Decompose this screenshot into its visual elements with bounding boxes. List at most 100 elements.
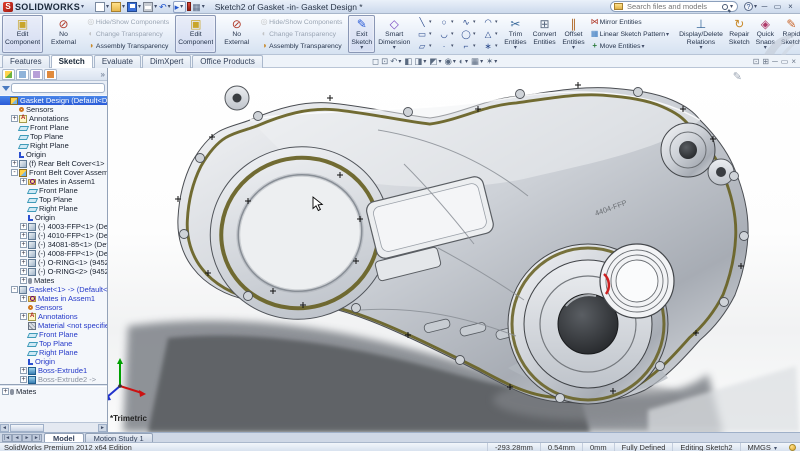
line-caret-icon[interactable]: ▾ (429, 19, 432, 25)
close-button[interactable]: × (784, 0, 797, 13)
tree-item[interactable]: + Mates (0, 387, 107, 396)
tree-item[interactable]: +(f) Rear Belt Cover<1> (Def (0, 159, 107, 168)
window-close-button[interactable]: × (791, 56, 796, 67)
filter-funnel-icon[interactable] (2, 86, 10, 91)
tree-item[interactable]: Origin (0, 150, 107, 159)
line-tool-button[interactable]: ╲▾ (413, 16, 435, 28)
tree-expand-toggle[interactable]: + (20, 268, 27, 275)
confirmation-corner-pencil-icon[interactable]: ✎ (733, 70, 742, 83)
display-style-button[interactable]: ◩▾ (429, 56, 442, 67)
sketch-pattern-tool-button[interactable]: ∗▾ (479, 40, 501, 52)
tree-item[interactable]: Right Plane (0, 141, 107, 150)
tree-item[interactable]: +(-) 4003-FFP<1> (Defau (0, 222, 107, 231)
linear-sketch-pattern-button[interactable]: ▦Linear Sketch Pattern▾ (588, 28, 672, 40)
hide-show-items-button[interactable]: ◉▾ (444, 56, 456, 67)
select-caret-icon[interactable]: ▾ (180, 3, 183, 10)
new-document-button[interactable]: ▾ (95, 2, 110, 12)
move-entities-button[interactable]: +Move Entities▾ (588, 40, 672, 52)
app-menu-caret-icon[interactable]: ▾ (81, 3, 84, 10)
tree-item[interactable]: +(-) O-RING<1> (9452K1 (0, 258, 107, 267)
tab-configuration-manager[interactable] (30, 69, 43, 80)
tree-item[interactable]: Front Plane (0, 330, 107, 339)
units-caret-icon[interactable]: ▾ (774, 446, 777, 451)
pattern-caret-icon[interactable]: ▾ (666, 31, 669, 38)
assembly-transparency-button[interactable]: ◑Assembly Transparency (84, 40, 171, 52)
tree-item[interactable]: +Annotations (0, 312, 107, 321)
tree-expand-toggle[interactable]: + (20, 367, 27, 374)
tree-expand-toggle[interactable]: - (11, 169, 18, 176)
tree-item[interactable]: +Mates in Assem1 (0, 177, 107, 186)
centerpoint-arc-tool-button[interactable]: ◡▾ (435, 28, 457, 40)
view-orientation-button[interactable]: ◨▾ (414, 56, 427, 67)
tab-scroll-prev-icon[interactable]: ◄ (12, 434, 22, 442)
tree-item[interactable]: Origin (0, 213, 107, 222)
tree-item[interactable]: -Front Belt Cover Assembly< (0, 168, 107, 177)
ellipse-tool-button[interactable]: ◯▾ (457, 28, 479, 40)
tree-expand-toggle[interactable]: + (20, 223, 27, 230)
print-button[interactable]: ▾ (143, 2, 158, 12)
partial-ellipse-caret-icon[interactable]: ▾ (495, 19, 498, 25)
tree-item[interactable]: Top Plane (0, 339, 107, 348)
tab-evaluate[interactable]: Evaluate (94, 55, 141, 68)
tree-expand-toggle[interactable]: + (11, 160, 18, 167)
tree-item[interactable]: Gasket Design (Default<Displa (0, 96, 107, 105)
straight-slot-tool-button[interactable]: ▱▾ (413, 40, 435, 52)
tab-model[interactable]: Model (44, 433, 84, 442)
tree-expand-toggle[interactable]: + (20, 277, 27, 284)
tab-office-products[interactable]: Office Products (192, 55, 263, 68)
help-button[interactable]: ? (744, 2, 753, 11)
graphics-viewport[interactable]: 4404-FFP ✎ *Trimetric (108, 68, 800, 432)
options-caret-icon[interactable]: ▾ (202, 3, 205, 10)
tree-expand-toggle[interactable]: + (20, 376, 27, 383)
partial-ellipse-tool-button[interactable]: ◠▾ (479, 16, 501, 28)
assembly-transparency-button[interactable]: ◑Assembly Transparency (257, 40, 344, 52)
window-box-button[interactable]: ⊡ (753, 56, 760, 67)
no-external-references-button[interactable]: ⊘ No External References (216, 15, 257, 53)
tab-scroll-next-icon[interactable]: ► (22, 434, 32, 442)
open-button[interactable]: ▾ (111, 2, 126, 12)
search-magnifier-icon[interactable] (722, 4, 728, 10)
search-caret-icon[interactable]: ▾ (730, 3, 733, 10)
restore-button[interactable]: ▭ (771, 0, 784, 13)
help-caret-icon[interactable]: ▾ (754, 3, 757, 10)
tree-expand-toggle[interactable]: + (20, 313, 27, 320)
new-caret-icon[interactable]: ▾ (106, 3, 109, 10)
save-button[interactable]: ▾ (127, 2, 142, 12)
tree-item[interactable]: +(-) O-RING<2> (9452K7 (0, 267, 107, 276)
tree-item[interactable]: +(-) 4010-FFP<1> (Defau (0, 231, 107, 240)
window-restore-button[interactable]: ▭ (781, 56, 789, 67)
smart-dimension-caret-icon[interactable]: ▾ (393, 44, 396, 51)
tree-expand-toggle[interactable]: + (2, 388, 9, 395)
select-button[interactable]: ▸▾ (173, 1, 187, 13)
previous-view-button[interactable]: ↶▾ (390, 56, 402, 67)
tree-expand-toggle[interactable]: + (20, 241, 27, 248)
spline-tool-button[interactable]: ∿▾ (457, 16, 479, 28)
corner-rectangle-tool-button[interactable]: ▭▾ (413, 28, 435, 40)
tree-item[interactable]: Front Plane (0, 186, 107, 195)
undo-button[interactable]: ↶▾ (159, 2, 172, 12)
tree-item[interactable]: -Gasket<1> -> (Default<<D (0, 285, 107, 294)
tab-scroll-last-icon[interactable]: ►| (32, 434, 42, 442)
save-caret-icon[interactable]: ▾ (138, 3, 141, 10)
tree-item[interactable]: Sensors (0, 105, 107, 114)
tree-item[interactable]: +Annotations (0, 114, 107, 123)
scroll-left-arrow-icon[interactable]: ◄ (0, 424, 9, 432)
tree-horizontal-scrollbar[interactable]: ◄ ► (0, 422, 107, 432)
corner-rectangle-caret-icon[interactable]: ▾ (429, 31, 432, 37)
move-caret-icon[interactable]: ▾ (641, 43, 644, 50)
offset-caret-icon[interactable]: ▾ (572, 44, 575, 51)
print-caret-icon[interactable]: ▾ (154, 3, 157, 10)
tree-item[interactable]: Top Plane (0, 195, 107, 204)
point-caret-icon[interactable]: ▾ (451, 43, 454, 49)
tab-dimxpert[interactable]: DimXpert (142, 55, 191, 68)
sketch-pattern-caret-icon[interactable]: ▾ (495, 43, 498, 49)
tab-sketch[interactable]: Sketch (51, 55, 93, 68)
ellipse-caret-icon[interactable]: ▾ (473, 31, 476, 37)
exit-sketch-button[interactable]: ✎ Exit Sketch ▾ (348, 15, 375, 53)
section-view-button[interactable]: ◧ (404, 56, 412, 67)
change-transparency-button[interactable]: ◐Change Transparency (84, 28, 171, 40)
tab-property-manager[interactable] (16, 69, 29, 80)
quick-tip-icon[interactable] (789, 444, 796, 451)
minimize-button[interactable]: ─ (758, 0, 771, 13)
panel-overflow-chevron-icon[interactable]: » (101, 70, 105, 79)
